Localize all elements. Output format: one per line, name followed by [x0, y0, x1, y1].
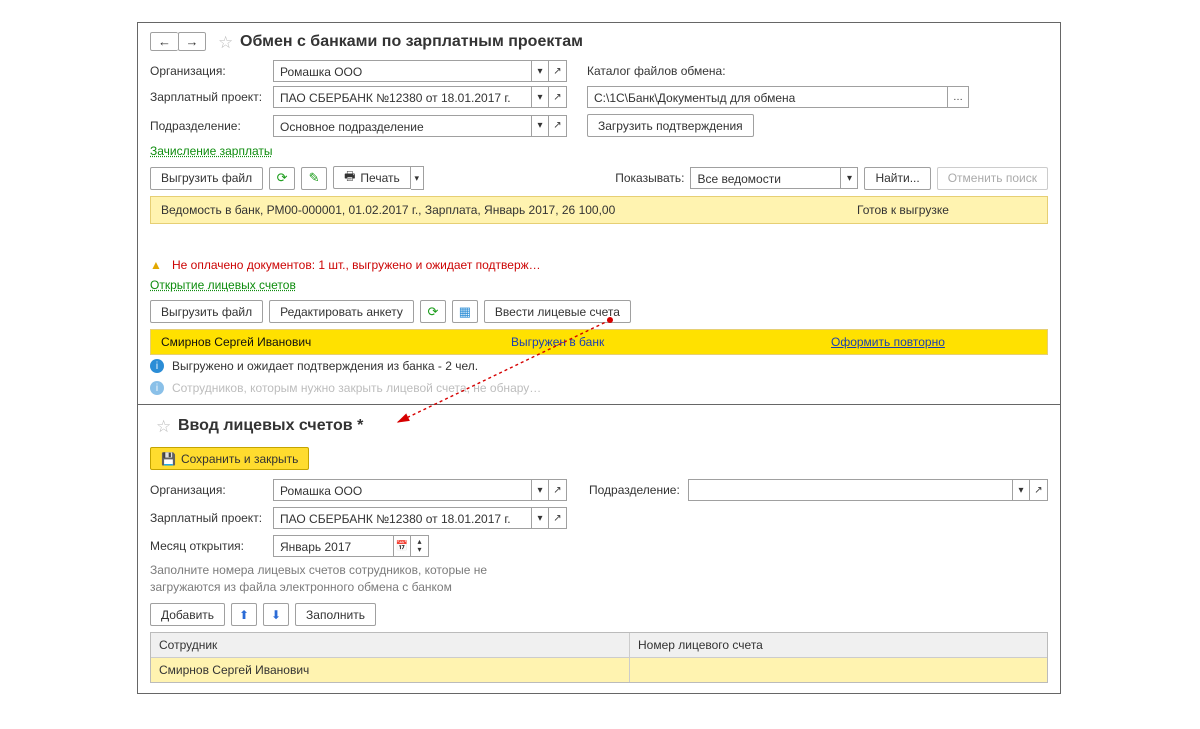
table-row[interactable]: Смирнов Сергей Иванович	[151, 658, 1047, 682]
open-icon[interactable]: ↗	[549, 479, 567, 501]
month-label: Месяц открытия:	[150, 539, 265, 553]
dropdown-icon[interactable]: ▾	[531, 507, 549, 529]
info-text-1: Выгружено и ожидает подтверждения из бан…	[172, 359, 478, 373]
printer-icon: 🖶	[344, 167, 355, 188]
dept-label-2: Подразделение:	[589, 483, 680, 497]
open-icon[interactable]: ↗	[549, 507, 567, 529]
proj-field-2[interactable]: ПАО СБЕРБАНК №12380 от 18.01.2017 г.	[273, 507, 531, 529]
catalog-label: Каталог файлов обмена:	[587, 64, 726, 78]
month-spinner[interactable]: ▴▾	[411, 535, 429, 557]
employee-row[interactable]: Смирнов Сергей Иванович Выгружен в банк …	[150, 329, 1048, 355]
employee-name: Смирнов Сергей Иванович	[161, 335, 511, 349]
nav-forward-button[interactable]: →	[178, 32, 206, 51]
favorite-star-icon[interactable]: ☆	[150, 417, 168, 435]
enter-accounts-button[interactable]: Ввести лицевые счета	[484, 300, 631, 323]
dept-field-2[interactable]	[688, 479, 1012, 501]
move-up-button[interactable]: ⬆	[231, 603, 257, 626]
dropdown-icon[interactable]: ▾	[531, 60, 549, 82]
page-title-2: Ввод лицевых счетов *	[178, 417, 363, 435]
info-text-2: Сотрудников, которым нужно закрыть лицев…	[172, 381, 541, 395]
calendar-icon[interactable]: 📅	[393, 535, 411, 557]
dept-label: Подразделение:	[150, 119, 265, 133]
warning-icon: ▲	[150, 258, 164, 272]
row-action-link[interactable]: Оформить повторно	[831, 335, 945, 349]
open-icon[interactable]: ↗	[549, 86, 567, 108]
strip-text: Ведомость в банк, РМ00-000001, 01.02.201…	[161, 203, 615, 217]
open-icon[interactable]: ↗	[1030, 479, 1048, 501]
top-window: ← → ☆ Обмен с банками по зарплатным прое…	[137, 22, 1061, 416]
save-close-button[interactable]: 💾 Сохранить и закрыть	[150, 447, 309, 470]
titlebar: ← → ☆ Обмен с банками по зарплатным прое…	[138, 23, 1060, 57]
help-text-2: загружаются из файла электронного обмена…	[138, 577, 1060, 597]
dropdown-icon[interactable]: ▾	[1012, 479, 1030, 501]
row-status: Выгружен в банк	[511, 335, 831, 349]
row-employee: Смирнов Сергей Иванович	[151, 658, 629, 682]
cancel-find-button: Отменить поиск	[937, 167, 1048, 190]
section-accounts-link[interactable]: Открытие лицевых счетов	[150, 278, 296, 292]
catalog-field[interactable]: C:\1С\Банк\Документыд для обмена	[587, 86, 947, 108]
info-icon: i	[150, 381, 164, 395]
dept-field[interactable]: Основное подразделение	[273, 115, 531, 137]
properties-button[interactable]: ▦	[452, 300, 478, 323]
print-dropdown-icon[interactable]: ▾	[411, 166, 424, 190]
org-field[interactable]: Ромашка ООО	[273, 60, 531, 82]
show-filter-field[interactable]: Все ведомости	[690, 167, 840, 189]
payroll-strip[interactable]: Ведомость в банк, РМ00-000001, 01.02.201…	[150, 196, 1048, 224]
warning-text: Не оплачено документов: 1 шт., выгружено…	[172, 258, 541, 272]
save-icon: 💾	[161, 452, 176, 466]
accounts-table: Сотрудник Номер лицевого счета Смирнов С…	[150, 632, 1048, 683]
favorite-star-icon[interactable]: ☆	[212, 33, 230, 51]
dropdown-icon[interactable]: ▾	[531, 479, 549, 501]
col-account: Номер лицевого счета	[630, 633, 1047, 657]
nav-back-button[interactable]: ←	[150, 32, 178, 51]
open-icon[interactable]: ↗	[549, 115, 567, 137]
org-label: Организация:	[150, 64, 265, 78]
edit-button[interactable]: ✎	[301, 167, 327, 190]
move-down-button[interactable]: ⬇	[263, 603, 289, 626]
org-field-2[interactable]: Ромашка ООО	[273, 479, 531, 501]
proj-label-2: Зарплатный проект:	[150, 511, 265, 525]
bottom-window: ☆ Ввод лицевых счетов * 💾 Сохранить и за…	[137, 405, 1061, 694]
refresh-button-2[interactable]: ⟳	[420, 300, 446, 323]
org-label-2: Организация:	[150, 483, 265, 497]
add-button[interactable]: Добавить	[150, 603, 225, 626]
proj-label: Зарплатный проект:	[150, 90, 265, 104]
export-file-button-2[interactable]: Выгрузить файл	[150, 300, 263, 323]
row-account[interactable]	[630, 658, 1047, 682]
dropdown-icon[interactable]: ▾	[840, 167, 858, 189]
month-field[interactable]: Январь 2017	[273, 535, 393, 557]
load-confirmations-button[interactable]: Загрузить подтверждения	[587, 114, 754, 137]
page-title: Обмен с банками по зарплатным проектам	[240, 33, 583, 51]
strip-status: Готов к выгрузке	[857, 203, 1037, 217]
browse-button[interactable]: …	[947, 86, 969, 108]
open-icon[interactable]: ↗	[549, 60, 567, 82]
proj-field[interactable]: ПАО СБЕРБАНК №12380 от 18.01.2017 г.	[273, 86, 531, 108]
print-button[interactable]: 🖶Печать	[333, 166, 411, 189]
export-file-button[interactable]: Выгрузить файл	[150, 167, 263, 190]
edit-form-button[interactable]: Редактировать анкету	[269, 300, 414, 323]
info-icon: i	[150, 359, 164, 373]
section-payroll-link[interactable]: Зачисление зарплаты	[150, 144, 273, 158]
fill-button[interactable]: Заполнить	[295, 603, 376, 626]
show-label: Показывать:	[615, 171, 684, 185]
dropdown-icon[interactable]: ▾	[531, 86, 549, 108]
col-employee: Сотрудник	[151, 633, 629, 657]
dropdown-icon[interactable]: ▾	[531, 115, 549, 137]
find-button[interactable]: Найти...	[864, 167, 930, 190]
refresh-button[interactable]: ⟳	[269, 167, 295, 190]
